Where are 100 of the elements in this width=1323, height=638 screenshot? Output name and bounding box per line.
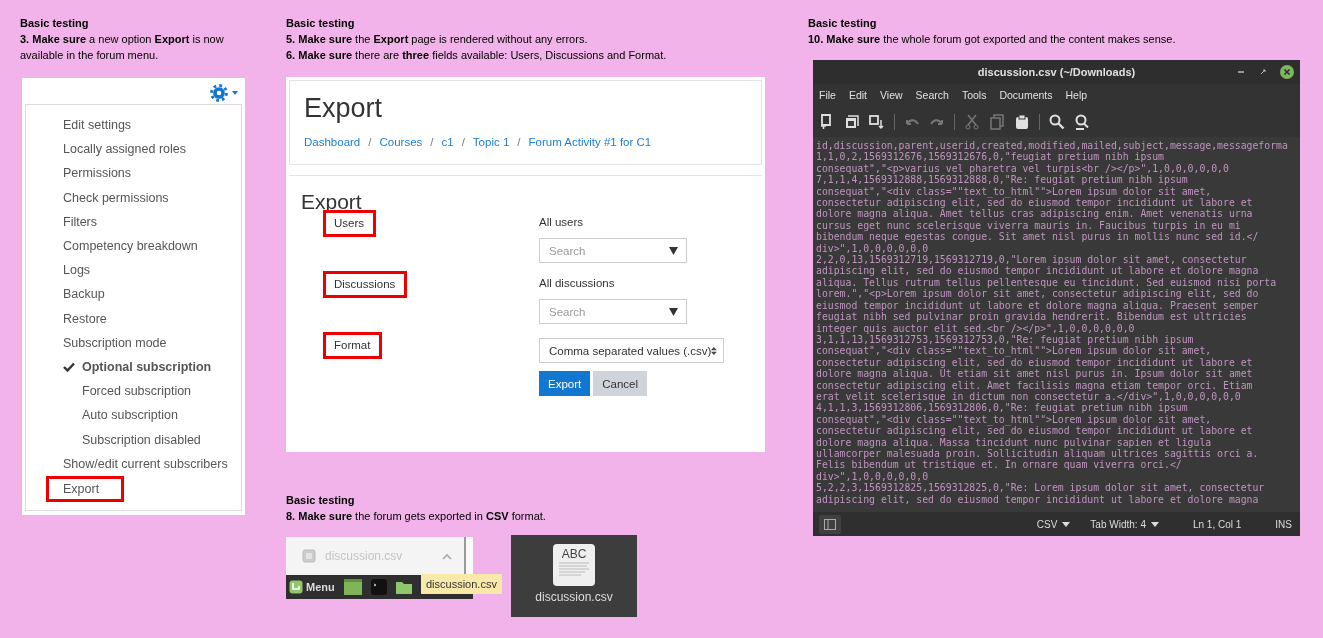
code-line: consectetur adipiscing elit, sed do eiusmod tempor incididunt ut labore et [816,356,1254,369]
code-line: 3,1,1,13,1569312753,1569312753,0,"Re: feugiat pretium nibh ipsum [816,333,1194,346]
window-title: discussion.csv (~/Downloads) [977,66,1136,78]
menu-item[interactable]: Competency breakdown [26,234,198,259]
menu-item[interactable]: Subscription mode [26,330,167,356]
menu-option[interactable]: Optional subscription [26,355,212,380]
menu-item[interactable]: Filters [26,209,98,234]
code-line: id,discussion,parent,userid,created,modified,mailed,subject,message,messageforma [816,140,1289,152]
menu-item[interactable]: Help [1065,89,1088,101]
caption-heading: Basic testing [286,16,356,31]
menu-item[interactable]: Check permissions [26,185,169,210]
cursor-position: Ln 1, Col 1 [1192,518,1242,530]
menu-item[interactable]: Show/edit current subscribers [26,451,228,477]
code-line: bibendum neque egestas congue. Sit amet nisl purus in mollis nunc sed id.</ [816,231,1260,243]
menu-option[interactable]: Subscription disabled [26,427,201,452]
menu-item[interactable]: Logs [26,258,91,283]
caret-icon [1062,521,1071,527]
code-line: 2,2,0,13,1569312719,1569312719,0,"Lorem ipsum dolor sit amet, consectetur [816,254,1248,266]
breadcrumb-separator: / [430,136,434,148]
menu-item[interactable]: Edit settings [26,113,132,138]
code-line: lorem.","<p>Lorem ipsum dolor sit amet, consectetur adipiscing elit, sed do [816,288,1260,300]
menu-item[interactable]: Locally assigned roles [26,137,186,162]
caret-icon [1150,521,1159,527]
code-line: dolore magna aliqua. Massa tincidunt nunc pulvinar sapien et ligula [816,436,1213,448]
menu-item[interactable]: Export [46,476,125,503]
code-line: div>",1,0,0,0,0,0,0 [816,242,930,255]
breadcrumb-separator: / [368,136,372,148]
text-lines-icon [559,562,589,576]
selection-text: All users [539,216,585,228]
file-icon [302,549,316,563]
menu-option[interactable]: Forced subscription [26,379,192,404]
code-line: consectetur adipiscing elit. Amet facilisis magna etiam tempor orci. Etiam [816,379,1254,391]
updown-arrows-icon [711,345,717,356]
code-line: integer quis auctor elit sed.<br /></p>",1,0,0,0,0,0,0 [816,322,1136,334]
code-line: div>",1,0,0,0,0,0,0 [816,470,930,483]
code-line: aliqua. Tellus rutrum tellus pellentesque eu tincidunt. Sed euismod nisi porta [816,276,1278,289]
sidebar-toggle-button[interactable] [819,514,841,534]
code-line: consectetur adipiscing elit, sed do eiusmod tempor incididunt ut labore et [816,425,1254,437]
language-dropdown[interactable]: CSV [1036,518,1071,530]
file-label[interactable]: discussion.csv [535,590,613,604]
page-arrow-icon[interactable] [869,113,885,130]
code-line: consequat","<div class=""text_to_html"">Lorem ipsum dolor sit amet, [816,345,1213,357]
breadcrumb-link[interactable]: Forum Activity #1 for C1 [528,136,652,148]
folder-icon [395,580,412,594]
format-select[interactable]: Comma separated values (.csv) [539,338,724,363]
code-line: ullamcorper malesuada proin. Sollicitudin aliquam ultrices sagittis orci a. [816,447,1260,460]
code-line: 1,1,0,2,1569312676,1569312676,0,"feugiat pretium nibh ipsum [816,151,1164,163]
field-label: Format [323,332,383,359]
export-button[interactable]: Export [539,371,591,396]
caption-heading: Basic testing [286,493,356,508]
sidebar-icon [824,518,836,530]
field-label: Users [323,210,377,237]
step-text: 3. Make sure a new option Export is now available in the forum menu. [20,32,225,63]
code-line: 7,1,1,4,1569312888,1569312888,0,"Re: feugiat pretium nibh ipsum [816,174,1189,186]
menu-item[interactable]: Search [915,89,949,101]
menu-item[interactable]: Tools [961,89,987,101]
menu-item[interactable]: Permissions [26,161,132,186]
search-replace-icon[interactable] [1074,113,1090,130]
code-line: dolore magna aliqua. Ut etiam sit amet nisl purus in. Ipsum dolor sit amet [816,368,1254,380]
code-line: adipiscing elit, sed do eiusmod tempor incididunt ut labore et dolore magna [816,493,1260,505]
step-text: 10. Make sure the whole forum got exported and the content makes sense. [808,32,1177,47]
maximize-icon [1258,67,1268,77]
menu-option[interactable]: Auto subscription [26,403,178,428]
leaf-logo-icon [289,580,303,594]
code-line: consequat","<div class=""text_to_html"">Lorem ipsum dolor sit amet, [816,185,1213,198]
step-text: 8. Make sure the forum gets exported in CSV format. [286,509,547,524]
search-icon[interactable] [1049,113,1065,130]
code-line: eiusmod tempor incididunt ut labore et dolore magna aliqua. Praesent semper [816,299,1260,312]
placeholder-text: Search [549,305,586,318]
code-line: adipiscing elit, sed do eiusmod tempor incididunt ut labore et dolore magna [816,265,1260,277]
code-line: consequat","<div class=""text_to_html"">Lorem ipsum dolor sit amet, [816,413,1212,426]
breadcrumb-link[interactable]: Topic 1 [472,136,510,148]
code-line: cursus eget nunc scelerisque viverra mauris in. Faucibus turpis in eu mi [816,219,1242,232]
menu-item[interactable]: View [880,89,903,101]
start-menu-button[interactable]: Menu [289,580,335,594]
window-icon [343,579,362,595]
cancel-button[interactable]: Cancel [593,371,648,396]
field-label: Discussions [323,271,408,298]
code-line: feugiat nibh sed pulvinar proin gravida hendrerit. Bibendum est ultricies [816,311,1248,323]
step-text: 5. Make sure the Export page is rendered without any errors. [286,32,589,47]
clipboard-icon[interactable] [1014,113,1030,130]
dropdown-arrow-icon [669,246,678,255]
stacked-pages-icon[interactable] [844,113,860,130]
menu-item[interactable]: Restore [26,306,107,331]
menu-item[interactable]: Backup [26,282,105,307]
preview-text: ABC [561,547,587,561]
text-file-icon[interactable]: ABC [553,544,595,586]
menu-item[interactable]: Edit [848,89,867,101]
breadcrumb-link[interactable]: Dashboard [304,136,361,148]
menu-item[interactable]: File [819,89,836,101]
breadcrumb-link[interactable]: c1 [441,136,454,148]
breadcrumb-separator: / [517,136,521,148]
breadcrumb-link[interactable]: Courses [379,136,423,148]
menu-item[interactable]: Documents [999,89,1053,101]
breadcrumb-separator: / [461,136,465,148]
code-line: dolore magna aliqua. Amet tellus cras adipiscing enim. Amet venenatis urna [816,208,1254,220]
code-line: Felis bibendum ut tristique et. In ornare quam viverra orci.</ [816,459,1182,471]
tooltip: discussion.csv [421,574,502,594]
check-icon [63,362,75,373]
tab-width-dropdown[interactable]: Tab Width: 4 [1090,518,1159,530]
